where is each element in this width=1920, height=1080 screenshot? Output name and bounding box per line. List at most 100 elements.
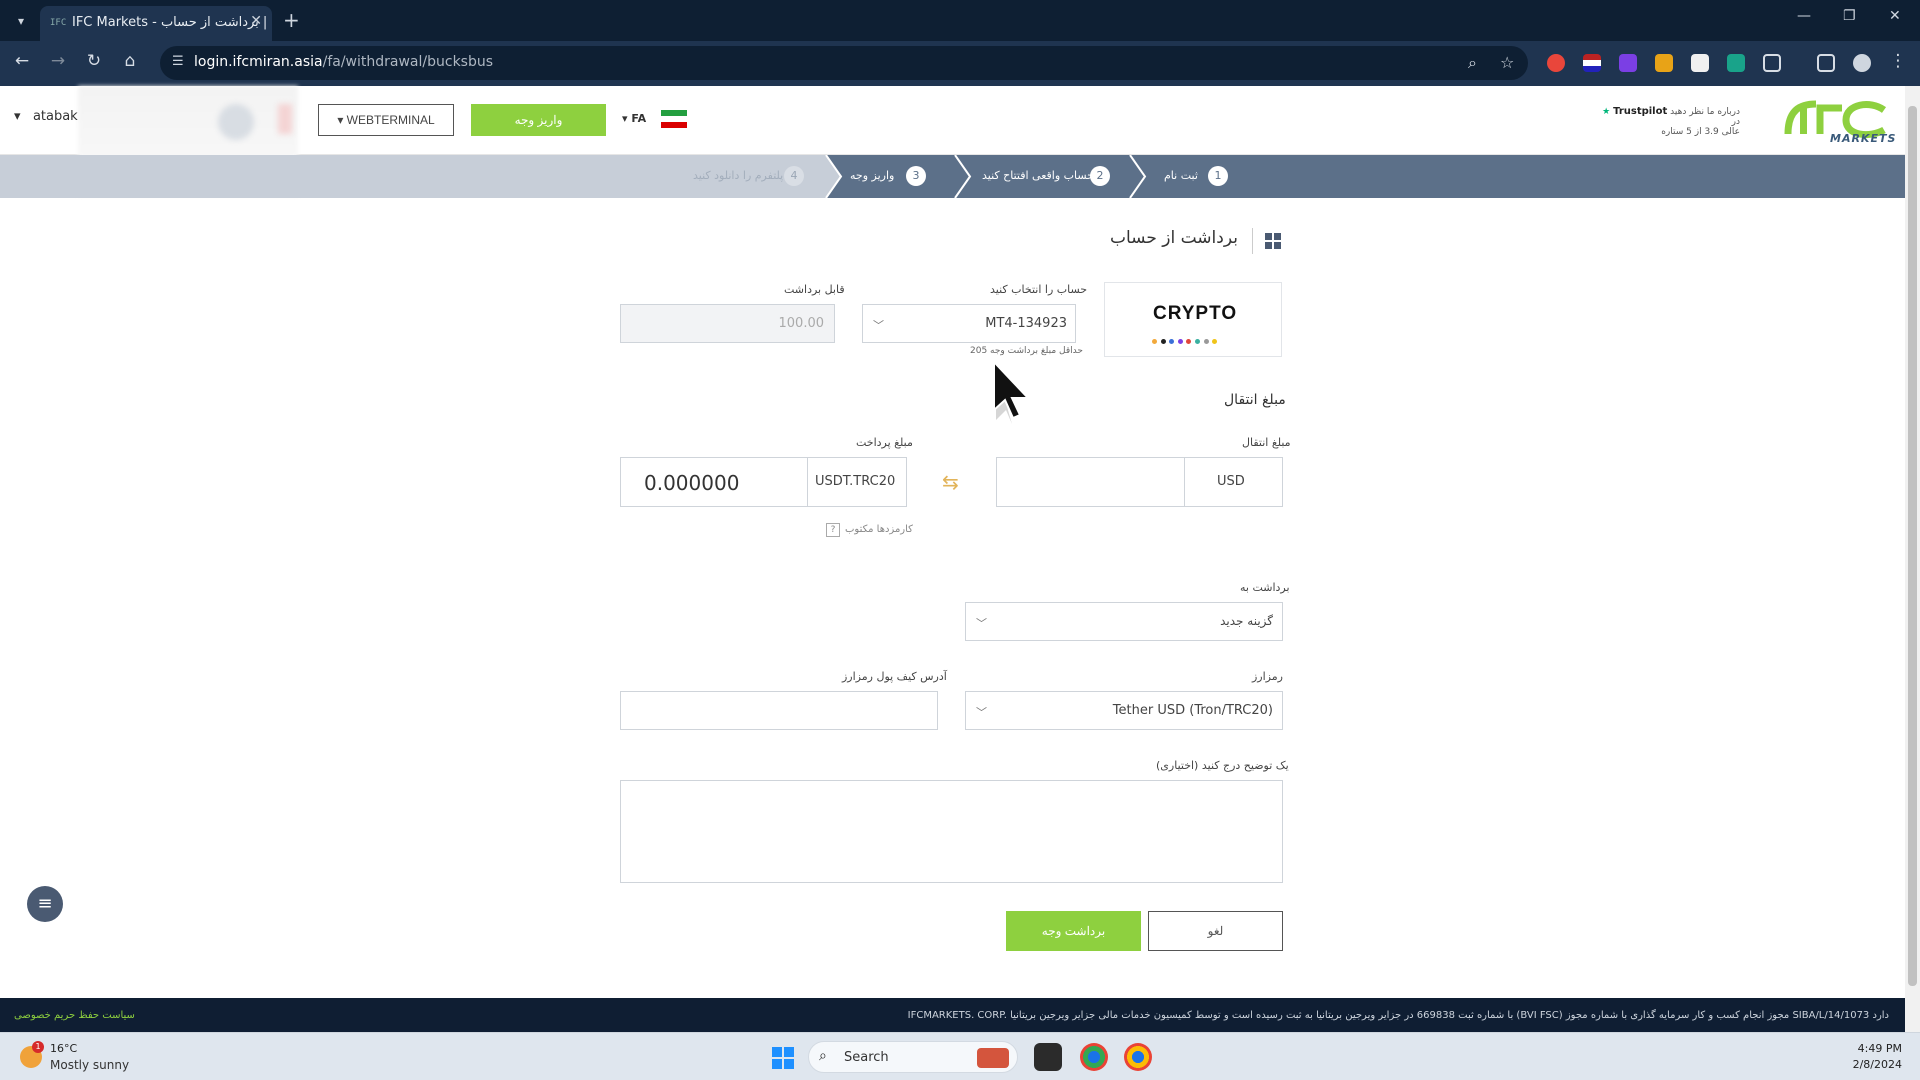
weather-badge: 1 bbox=[32, 1041, 44, 1053]
search-highlight-icon bbox=[977, 1048, 1009, 1068]
extension-square-icon[interactable] bbox=[1691, 54, 1709, 72]
extension-translate-icon[interactable] bbox=[1727, 54, 1745, 72]
back-arrow-icon[interactable]: ← bbox=[10, 51, 34, 71]
chrome-app-icon[interactable] bbox=[1080, 1043, 1108, 1071]
blurred-avatar bbox=[218, 104, 254, 140]
chat-support-icon[interactable]: ≡ bbox=[27, 886, 63, 922]
title-divider bbox=[1252, 228, 1253, 254]
logo-markets-text: MARKETS bbox=[1830, 132, 1897, 145]
payment-amount-value[interactable]: 0.000000 bbox=[644, 471, 739, 495]
browser-tabbar: ▾ IFC IFC Markets - برداشت از حساب | ✕ +… bbox=[0, 0, 1920, 41]
url-text[interactable]: login.ifcmiran.asia/fa/withdrawal/bucksb… bbox=[194, 54, 493, 70]
user-menu[interactable]: ▾ atabak bbox=[14, 109, 78, 124]
step-4-number: 4 bbox=[784, 166, 804, 186]
chevron-down-icon: ﹀ bbox=[873, 319, 884, 332]
tab-search-chevron-icon[interactable]: ▾ bbox=[10, 10, 32, 32]
extension-flag-icon[interactable] bbox=[1583, 54, 1601, 72]
wallet-address-label: آدرس کیف پول رمزارز bbox=[842, 670, 947, 683]
available-label: قابل برداشت bbox=[784, 283, 845, 296]
taskbar-search[interactable]: ⌕ Search bbox=[808, 1041, 1018, 1073]
crypto-currency-select[interactable]: ﹀ Tether USD (Tron/TRC20) bbox=[965, 691, 1283, 730]
language-selector[interactable]: ▾ FA bbox=[622, 112, 646, 125]
home-icon[interactable]: ⌂ bbox=[118, 51, 142, 71]
chevron-down-icon: ﹀ bbox=[976, 617, 987, 630]
address-bar[interactable]: ☰ login.ifcmiran.asia/fa/withdrawal/buck… bbox=[160, 46, 1528, 80]
fee-note[interactable]: ? کارمزدها مکتوب bbox=[826, 523, 913, 537]
trustpilot-star-icon: ★ bbox=[1602, 107, 1611, 117]
tab-close-icon[interactable]: ✕ bbox=[250, 13, 262, 29]
chrome-active-app-icon[interactable] bbox=[1124, 1043, 1152, 1071]
blurred-badge bbox=[278, 104, 292, 134]
scrollbar-thumb[interactable] bbox=[1908, 106, 1917, 986]
extension-fox-icon[interactable] bbox=[1655, 54, 1673, 72]
chrome-menu-icon[interactable]: ⋮ bbox=[1886, 51, 1910, 71]
payment-amount-label: مبلغ پرداخت bbox=[856, 436, 913, 449]
withdraw-to-label: برداشت به bbox=[1240, 581, 1290, 594]
trustpilot-widget[interactable]: ★ Trustpilot درباره ما نظر دهید در عالی … bbox=[1600, 106, 1740, 137]
side-panel-icon[interactable] bbox=[1817, 54, 1835, 72]
footer-legal-text: IFCMARKETS. CORP. با شماره ثبت 669838 در… bbox=[907, 1010, 1889, 1021]
swap-arrows-icon[interactable]: ⇆ bbox=[942, 470, 959, 494]
iran-flag-icon[interactable] bbox=[661, 110, 687, 128]
available-amount-field: 100.00 bbox=[620, 304, 835, 343]
step-4-label[interactable]: پلتفرم را دانلود کنید bbox=[693, 169, 783, 182]
site-info-icon[interactable]: ☰ bbox=[172, 54, 184, 69]
restore-icon[interactable]: ❐ bbox=[1843, 8, 1856, 24]
cancel-button[interactable]: لغو bbox=[1148, 911, 1283, 951]
site-header: MARKETS ★ Trustpilot درباره ما نظر دهید … bbox=[0, 86, 1905, 196]
windows-taskbar: 1 16°C Mostly sunny ⌕ Search 4:49 PM 2/8… bbox=[0, 1032, 1920, 1080]
extension-opera-icon[interactable] bbox=[1547, 54, 1565, 72]
step-2-label[interactable]: حساب واقعی افتتاح کنید bbox=[982, 169, 1094, 182]
minimize-icon[interactable]: — bbox=[1797, 8, 1811, 24]
account-select-value: MT4-134923 bbox=[985, 316, 1067, 331]
mouse-cursor-icon bbox=[993, 359, 1031, 424]
windows-start-icon[interactable] bbox=[772, 1047, 794, 1069]
profile-avatar-icon[interactable] bbox=[1853, 54, 1871, 72]
page-scrollbar[interactable] bbox=[1905, 86, 1920, 1032]
weather-temp[interactable]: 16°C bbox=[50, 1042, 77, 1055]
transfer-currency: USD bbox=[1217, 474, 1245, 489]
privacy-policy-link[interactable]: سیاست حفظ حریم خصوصی bbox=[14, 1010, 135, 1021]
withdraw-submit-button[interactable]: برداشت وجه bbox=[1006, 911, 1141, 951]
crypto-currency-value: Tether USD (Tron/TRC20) bbox=[1112, 703, 1273, 718]
forward-arrow-icon[interactable]: → bbox=[46, 51, 70, 71]
wallet-address-input[interactable] bbox=[620, 691, 938, 730]
transfer-section-title: مبلغ انتقال bbox=[1224, 392, 1286, 408]
transfer-amount-group: USD bbox=[996, 457, 1283, 507]
withdraw-to-value: گزینه جدید bbox=[1220, 614, 1273, 628]
site-footer: سیاست حفظ حریم خصوصی IFCMARKETS. CORP. ب… bbox=[0, 998, 1905, 1032]
account-select-label: حساب را انتخاب کنید bbox=[990, 283, 1088, 296]
crypto-dots-icon bbox=[1152, 329, 1242, 344]
reload-icon[interactable]: ↻ bbox=[82, 51, 106, 71]
extension-download-icon[interactable] bbox=[1619, 54, 1637, 72]
payment-divider bbox=[807, 458, 808, 506]
browser-tab-active[interactable]: IFC IFC Markets - برداشت از حساب | ✕ bbox=[40, 6, 272, 41]
comment-textarea[interactable] bbox=[620, 780, 1283, 883]
step-3-label[interactable]: واریز وجه bbox=[850, 169, 894, 182]
grid-menu-icon[interactable] bbox=[1265, 233, 1282, 250]
step-1-label[interactable]: ثبت نام bbox=[1164, 169, 1198, 182]
system-clock[interactable]: 4:49 PM 2/8/2024 bbox=[1832, 1041, 1902, 1073]
zoom-icon[interactable]: ⌕ bbox=[1468, 53, 1477, 73]
header-deposit-button[interactable]: واریز وجه bbox=[471, 104, 606, 136]
account-select[interactable]: ﹀ MT4-134923 bbox=[862, 304, 1076, 343]
min-withdraw-note: حداقل مبلغ برداشت وجه 205 bbox=[970, 346, 1083, 356]
webterminal-button[interactable]: ▾ WEBTERMINAL bbox=[318, 104, 454, 136]
window-close-icon[interactable]: ✕ bbox=[1889, 8, 1901, 24]
onboarding-steps: 1 ثبت نام 2 حساب واقعی افتتاح کنید 3 وار… bbox=[0, 155, 1905, 198]
available-amount-value: 100.00 bbox=[778, 316, 825, 331]
transfer-amount-input[interactable] bbox=[997, 458, 1184, 506]
bookmark-star-icon[interactable]: ☆ bbox=[1500, 53, 1514, 72]
new-tab-plus-icon[interactable]: + bbox=[283, 8, 300, 32]
chevron-down-icon: ﹀ bbox=[976, 706, 987, 719]
step-1-number: 1 bbox=[1208, 166, 1228, 186]
crypto-method-card[interactable]: CRYPTO bbox=[1104, 282, 1282, 357]
transfer-divider bbox=[1184, 458, 1185, 506]
payment-amount-group: 0.000000 USDT.TRC20 bbox=[620, 457, 907, 507]
file-explorer-icon[interactable] bbox=[1034, 1043, 1062, 1071]
withdraw-to-select[interactable]: ﹀ گزینه جدید bbox=[965, 602, 1283, 641]
extensions-puzzle-icon[interactable] bbox=[1763, 54, 1781, 72]
comment-label: یک توضیح درج کنید (اختیاری) bbox=[1156, 759, 1289, 772]
payment-currency: USDT.TRC20 bbox=[815, 474, 896, 489]
weather-desc[interactable]: Mostly sunny bbox=[50, 1058, 129, 1072]
